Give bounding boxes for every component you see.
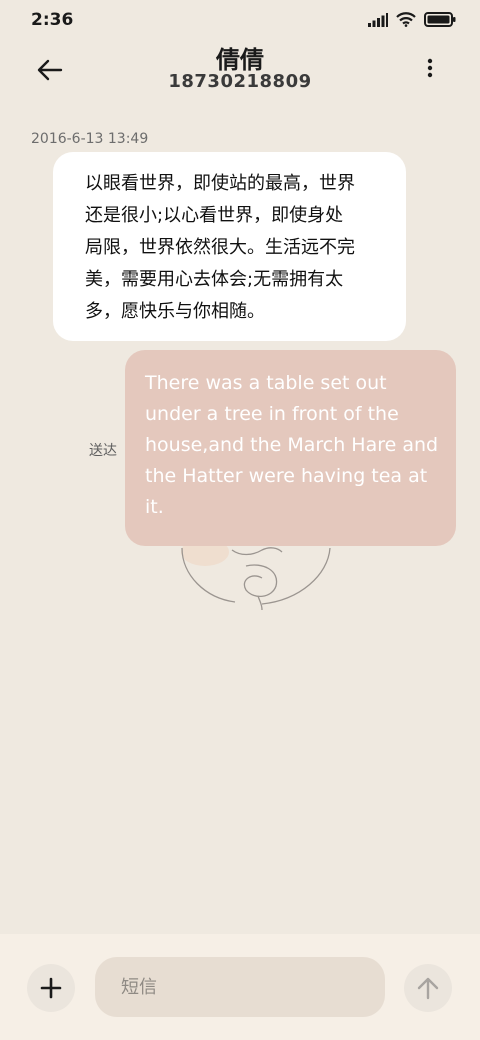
message-text-line: 美，需要用心去体会;无需拥有太	[85, 269, 344, 290]
message-text-line: 还是很小;以心看世界，即使身处	[85, 205, 344, 226]
contact-name: 倩倩	[216, 46, 264, 74]
battery-icon	[424, 12, 456, 27]
message-timestamp: 2016-6-13 13:49	[31, 131, 149, 147]
message-text-line: 以眼看世界，即使站的最高，世界	[85, 173, 355, 194]
message-text-line: house,and the March Hare and	[145, 434, 439, 456]
incoming-message-bubble[interactable]: 以眼看世界，即使站的最高，世界 还是很小;以心看世界，即使身处 局限，世界依然很…	[53, 152, 406, 341]
message-text-line: 多，愿快乐与你相随。	[85, 301, 265, 322]
send-button[interactable]	[404, 964, 452, 1012]
sms-input[interactable]	[95, 957, 385, 1017]
contact-number: 18730218809	[168, 71, 312, 92]
wifi-icon	[396, 12, 416, 27]
add-attachment-button[interactable]	[27, 964, 75, 1012]
more-vertical-icon	[427, 58, 433, 78]
plus-icon	[40, 977, 62, 999]
message-text-line: the Hatter were having tea at	[145, 465, 428, 487]
arrow-up-icon	[417, 977, 439, 1000]
message-text-line: There was a table set out	[145, 372, 387, 394]
delivery-status: 送达	[89, 443, 117, 459]
message-text-line: it.	[145, 496, 164, 518]
status-icons	[368, 12, 456, 27]
message-text-line: 局限，世界依然很大。生活远不完	[85, 237, 355, 258]
message-text-line: under a tree in front of the	[145, 403, 399, 425]
more-options-button[interactable]	[414, 52, 446, 84]
cellular-signal-icon	[368, 12, 388, 27]
status-bar: 2:36	[0, 0, 480, 40]
outgoing-message-bubble[interactable]: There was a table set out under a tree i…	[125, 350, 456, 546]
status-time: 2:36	[31, 10, 74, 30]
